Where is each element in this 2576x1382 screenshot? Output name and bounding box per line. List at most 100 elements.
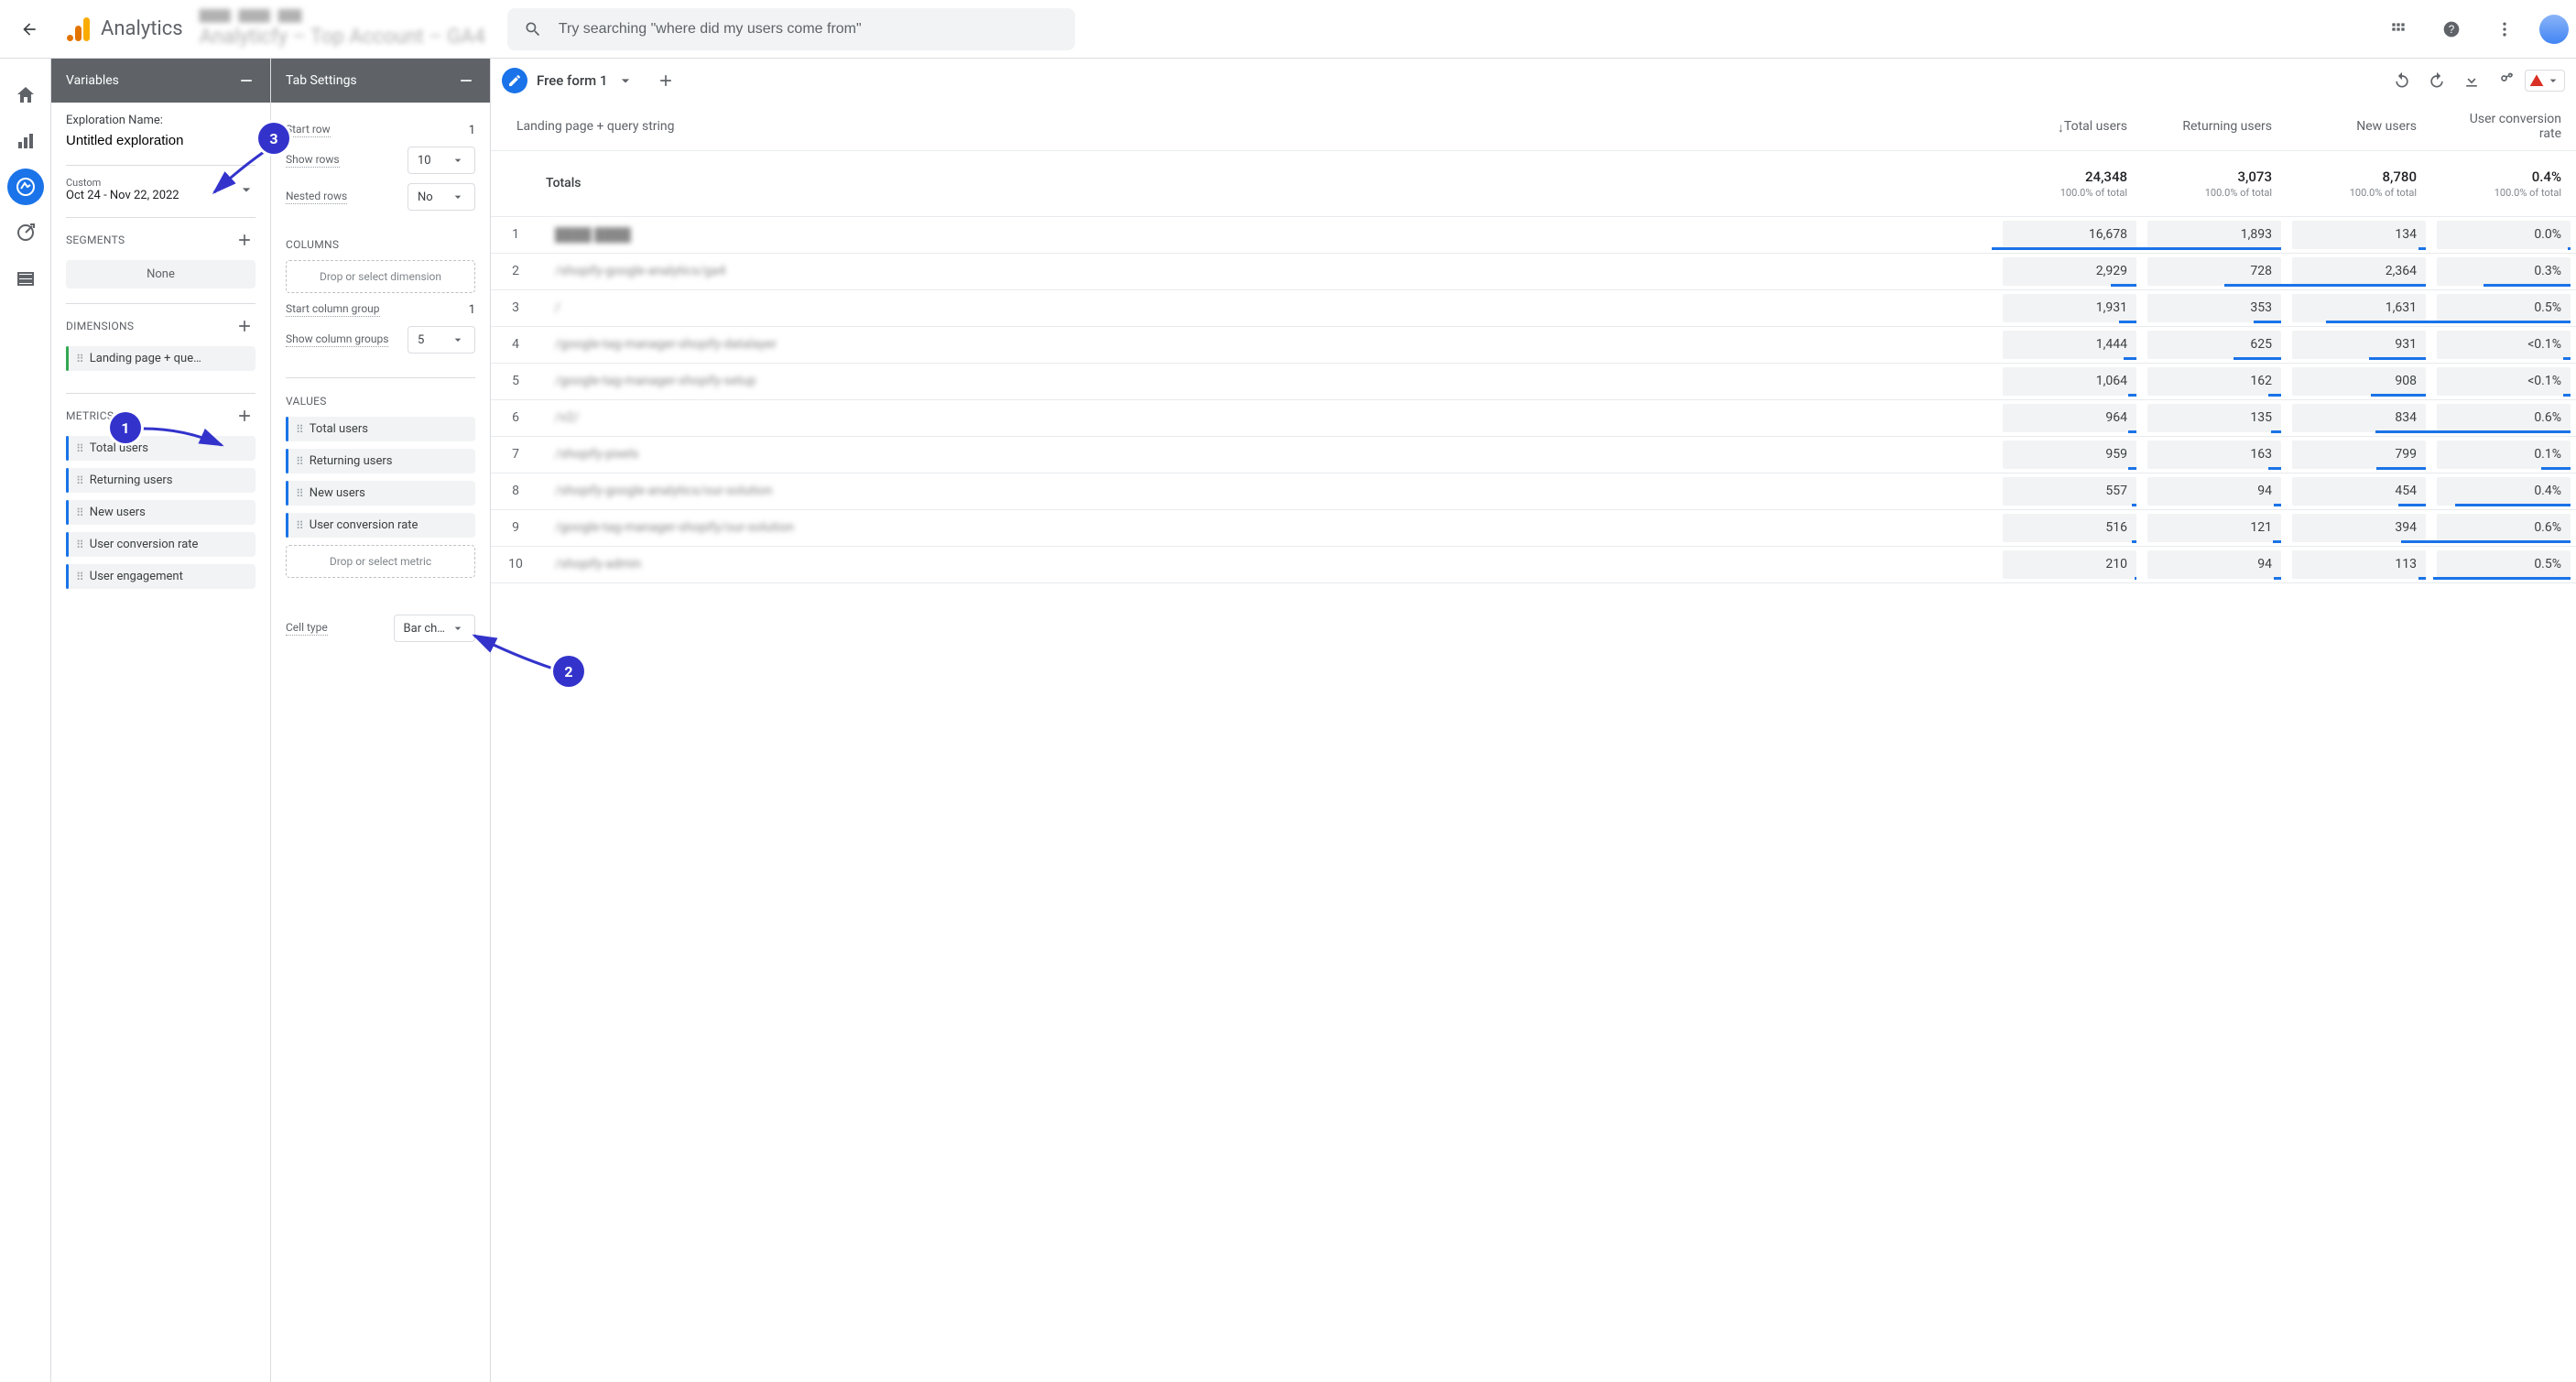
metric-chip[interactable]: New users — [66, 500, 255, 525]
start-row-label: Start row — [286, 123, 331, 137]
date-range-picker[interactable]: Custom Oct 24 - Nov 22, 2022 — [66, 177, 255, 202]
metric-chip[interactable]: User conversion rate — [66, 532, 255, 557]
nav-advertising[interactable] — [7, 214, 44, 251]
nav-explore[interactable] — [7, 169, 44, 205]
table-cell: 557 — [1997, 473, 2142, 509]
table-cell: 0.5% — [2431, 546, 2576, 582]
chevron-down-icon — [451, 153, 465, 168]
chevron-down-icon — [237, 180, 255, 199]
nested-rows-select[interactable]: No — [408, 183, 475, 211]
apps-grid-icon — [2389, 20, 2408, 38]
share-button[interactable] — [2490, 64, 2523, 97]
table-row[interactable]: 6 /v2/ 9641358340.6% — [491, 399, 2576, 436]
table-cell: 1,444 — [1997, 326, 2142, 363]
row-index: 3 — [491, 289, 540, 326]
value-chip[interactable]: Total users — [286, 417, 475, 441]
row-dimension: /google-tag-manager-shopify-setup — [540, 363, 1997, 399]
col-header-conversion-rate[interactable]: User conversion rate — [2431, 103, 2576, 150]
more-menu-button[interactable] — [2486, 11, 2523, 48]
table-cell: 210 — [1997, 546, 2142, 582]
redo-button[interactable] — [2420, 64, 2453, 97]
table-cell: 834 — [2287, 399, 2431, 436]
start-col-label: Start column group — [286, 302, 380, 317]
table-cell: 1,631 — [2287, 289, 2431, 326]
col-header-dimension[interactable]: Landing page + query string — [491, 103, 1997, 150]
table-row[interactable]: 9 /google-tag-manager-shopify/our-soluti… — [491, 509, 2576, 546]
row-dimension: /google-tag-manager-shopify/our-solution — [540, 509, 1997, 546]
variables-panel: Variables Exploration Name: Custom Oct 2… — [51, 59, 271, 1382]
search-bar[interactable] — [507, 8, 1075, 50]
data-table: Landing page + query string ↓Total users… — [491, 103, 2576, 583]
table-row[interactable]: 4 /google-tag-manager-shopify-datalayer … — [491, 326, 2576, 363]
metric-chip[interactable]: Total users — [66, 436, 255, 461]
table-cell: 134 — [2287, 216, 2431, 253]
value-chip[interactable]: User conversion rate — [286, 513, 475, 538]
nav-configure[interactable] — [7, 260, 44, 297]
table-cell: 94 — [2142, 546, 2287, 582]
metric-chip[interactable]: User engagement — [66, 564, 255, 589]
row-dimension: ████ ████ — [540, 216, 1997, 253]
table-cell: 163 — [2142, 436, 2287, 473]
table-row[interactable]: 5 /google-tag-manager-shopify-setup 1,06… — [491, 363, 2576, 399]
nav-rail — [0, 59, 51, 1382]
table-row[interactable]: 2 /shopify-google-analytics/ga4 2,929728… — [491, 253, 2576, 289]
segments-none[interactable]: None — [66, 260, 255, 288]
start-row-value[interactable]: 1 — [448, 124, 475, 137]
data-quality-alert[interactable] — [2525, 70, 2565, 92]
collapse-icon[interactable] — [457, 71, 475, 90]
add-tab-button[interactable] — [649, 64, 682, 97]
value-chip[interactable]: Returning users — [286, 449, 475, 473]
drag-handle-icon — [76, 542, 82, 548]
columns-drop-zone[interactable]: Drop or select dimension — [286, 260, 475, 293]
table-row[interactable]: 3 / 1,9313531,6310.5% — [491, 289, 2576, 326]
nav-reports[interactable] — [7, 123, 44, 159]
plus-icon — [235, 317, 254, 335]
show-rows-select[interactable]: 10 — [408, 147, 475, 174]
add-segment-button[interactable] — [234, 229, 255, 251]
row-index: 5 — [491, 363, 540, 399]
table-row[interactable]: 1 ████ ████ 16,6781,8931340.0% — [491, 216, 2576, 253]
collapse-icon[interactable] — [237, 71, 255, 90]
table-row[interactable]: 10 /shopify-admin 210941130.5% — [491, 546, 2576, 582]
value-chip[interactable]: New users — [286, 481, 475, 506]
col-header-new-users[interactable]: New users — [2287, 103, 2431, 150]
dimension-chip[interactable]: Landing page + que… — [66, 346, 255, 371]
row-dimension: /v2/ — [540, 399, 1997, 436]
drag-handle-icon — [76, 446, 82, 452]
apps-button[interactable] — [2380, 11, 2417, 48]
table-cell: 964 — [1997, 399, 2142, 436]
chevron-down-icon[interactable] — [616, 71, 635, 90]
search-input[interactable] — [559, 21, 1059, 38]
table-cell: 135 — [2142, 399, 2287, 436]
metric-chip[interactable]: Returning users — [66, 468, 255, 493]
start-col-value[interactable]: 1 — [448, 303, 475, 317]
row-index: 10 — [491, 546, 540, 582]
share-icon — [2497, 71, 2516, 90]
cell-type-select[interactable]: Bar ch… — [394, 615, 475, 642]
show-col-select[interactable]: 5 — [408, 326, 475, 354]
values-header: VALUES — [286, 395, 475, 408]
explore-icon — [15, 176, 37, 198]
nav-home[interactable] — [7, 77, 44, 114]
tab-freeform[interactable]: Free form 1 — [502, 68, 635, 93]
add-dimension-button[interactable] — [234, 315, 255, 337]
table-row[interactable]: 8 /shopify-google-analytics/our-solution… — [491, 473, 2576, 509]
back-button[interactable] — [18, 18, 40, 40]
table-cell: <0.1% — [2431, 326, 2576, 363]
product-logo[interactable]: Analytics — [64, 15, 183, 44]
undo-button[interactable] — [2386, 64, 2418, 97]
add-metric-button[interactable] — [234, 405, 255, 427]
download-button[interactable] — [2455, 64, 2488, 97]
help-button[interactable]: ? — [2433, 11, 2470, 48]
top-bar: Analytics ████ · ████ · ███ Analyticfy –… — [0, 0, 2576, 59]
col-header-total-users[interactable]: ↓Total users — [1997, 103, 2142, 150]
table-cell: 94 — [2142, 473, 2287, 509]
values-drop-zone[interactable]: Drop or select metric — [286, 545, 475, 578]
list-icon — [15, 267, 37, 289]
drag-handle-icon — [296, 459, 302, 464]
col-header-returning-users[interactable]: Returning users — [2142, 103, 2287, 150]
account-selector[interactable]: ████ · ████ · ███ Analyticfy – Top Accou… — [200, 9, 485, 49]
table-row[interactable]: 7 /shopify-pixels 9591637990.1% — [491, 436, 2576, 473]
account-avatar[interactable] — [2539, 15, 2569, 44]
exploration-name-input[interactable] — [66, 131, 255, 150]
